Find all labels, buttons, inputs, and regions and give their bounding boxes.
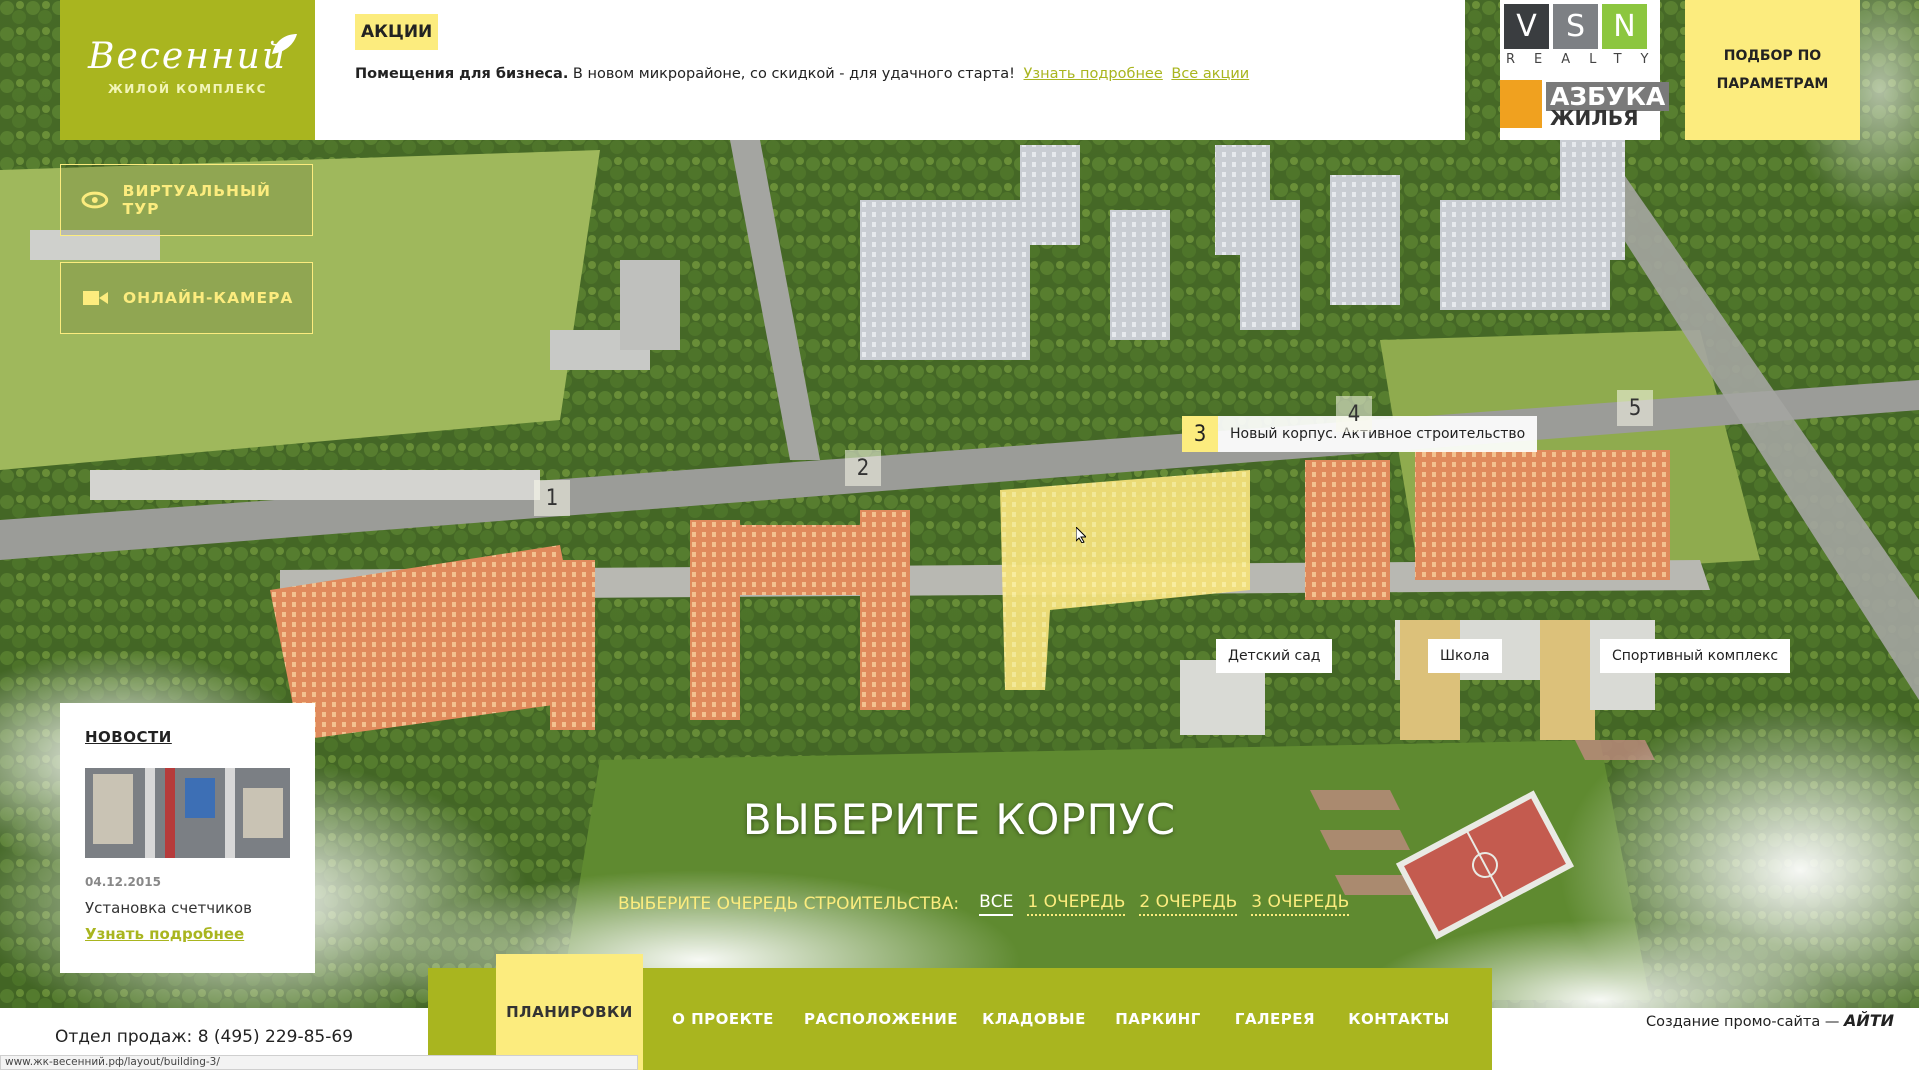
site-logo[interactable]: Весенний ЖИЛОЙ КОМПЛЕКС — [60, 0, 315, 140]
kindergarten-label[interactable]: Детский сад — [1216, 639, 1333, 673]
nav-contacts[interactable]: КОНТАКТЫ — [1334, 968, 1464, 1070]
azbuka-line2: ЖИЛЬЯ — [1550, 106, 1639, 130]
eye-icon — [81, 191, 109, 209]
building-1-tag[interactable]: 1 — [534, 480, 570, 516]
drop-icon — [1500, 80, 1542, 128]
promo-bold: Помещения для бизнеса. — [355, 66, 569, 82]
building-3-tag[interactable]: 3 — [1182, 416, 1218, 452]
queue-2[interactable]: 2 ОЧЕРЕДЬ — [1139, 892, 1238, 916]
param-line2: ПАРАМЕТРАМ — [1716, 76, 1829, 92]
promo-body: В новом микрорайоне, со скидкой - для уд… — [568, 66, 1015, 82]
logo-subtitle: ЖИЛОЙ КОМПЛЕКС — [108, 82, 267, 96]
building-5-tag[interactable]: 5 — [1617, 390, 1653, 426]
vsn-letter-s: S — [1553, 4, 1598, 49]
azbuka-logo[interactable]: АЗБУКА ЖИЛЬЯ — [1500, 80, 1670, 130]
news-date: 04.12.2015 — [85, 875, 161, 889]
credit-text: Создание промо-сайта — — [1646, 1014, 1840, 1030]
promo-more-link[interactable]: Узнать подробнее — [1024, 66, 1163, 82]
nav-location[interactable]: РАСПОЛОЖЕНИЕ — [796, 968, 966, 1070]
news-more-link[interactable]: Узнать подробнее — [85, 925, 244, 943]
choose-building-title: ВЫБЕРИТЕ КОРПУС — [742, 795, 1177, 844]
param-line1: ПОДБОР ПО — [1723, 48, 1822, 64]
building-4-tag[interactable]: 4 — [1336, 396, 1372, 432]
logo-name: Весенний — [87, 36, 288, 77]
nav-gallery[interactable]: ГАЛЕРЕЯ — [1220, 968, 1330, 1070]
sales-phone[interactable]: Отдел продаж: 8 (495) 229-85-69 — [55, 1027, 353, 1047]
online-camera-button[interactable]: ОНЛАЙН-КАМЕРА — [60, 262, 313, 334]
building-3-label[interactable]: Новый корпус. Активное строительство — [1218, 416, 1538, 452]
queue-all[interactable]: ВСЕ — [979, 892, 1014, 916]
vsn-logo[interactable]: V S N — [1504, 4, 1647, 49]
building-2-tag[interactable]: 2 — [845, 450, 881, 486]
param-search-button[interactable]: ПОДБОР ПО ПАРАМЕТРАМ — [1685, 0, 1860, 140]
virtual-tour-button[interactable]: ВИРТУАЛЬНЫЙ ТУР — [60, 164, 313, 236]
nav-layouts[interactable]: ПЛАНИРОВКИ — [496, 954, 643, 1070]
promo-bar: АКЦИИ Помещения для бизнеса. В новом мик… — [315, 0, 1465, 140]
promo-text: Помещения для бизнеса. В новом микрорайо… — [355, 66, 1249, 82]
queue-label: ВЫБЕРИТЕ ОЧЕРЕДЬ СТРОИТЕЛЬСТВА: — [618, 894, 960, 914]
credit-brand: АЙТИ — [1843, 1011, 1895, 1030]
promo-all-link[interactable]: Все акции — [1171, 66, 1249, 82]
online-camera-label: ОНЛАЙН-КАМЕРА — [123, 289, 294, 307]
queue-filter: ВЫБЕРИТЕ ОЧЕРЕДЬ СТРОИТЕЛЬСТВА: ВСЕ 1 ОЧ… — [618, 892, 1350, 916]
school-label[interactable]: Школа — [1428, 639, 1502, 673]
partner-logos: V S N REALTY АЗБУКА ЖИЛЬЯ — [1500, 0, 1670, 140]
video-camera-icon — [83, 291, 108, 305]
vsn-letter-n: N — [1602, 4, 1647, 49]
vsn-realty: REALTY — [1506, 52, 1668, 67]
site-credit[interactable]: Создание промо-сайта — АЙТИ — [1646, 1011, 1894, 1030]
queue-1[interactable]: 1 ОЧЕРЕДЬ — [1027, 892, 1126, 916]
nav-storage[interactable]: КЛАДОВЫЕ — [974, 968, 1094, 1070]
news-title[interactable]: НОВОСТИ — [85, 728, 172, 746]
queue-3[interactable]: 3 ОЧЕРЕДЬ — [1251, 892, 1350, 916]
status-url: www.жк-весенний.рф/layout/building-3/ — [0, 1055, 638, 1070]
nav-parking[interactable]: ПАРКИНГ — [1098, 968, 1218, 1070]
promo-badge[interactable]: АКЦИИ — [355, 14, 439, 50]
nav-about[interactable]: О ПРОЕКТЕ — [658, 968, 788, 1070]
mouse-cursor-icon — [1076, 527, 1086, 543]
vsn-letter-v: V — [1504, 4, 1549, 49]
news-headline: Установка счетчиков — [85, 899, 252, 917]
sport-complex-label[interactable]: Спортивный комплекс — [1600, 639, 1791, 673]
virtual-tour-label: ВИРТУАЛЬНЫЙ ТУР — [122, 182, 272, 218]
